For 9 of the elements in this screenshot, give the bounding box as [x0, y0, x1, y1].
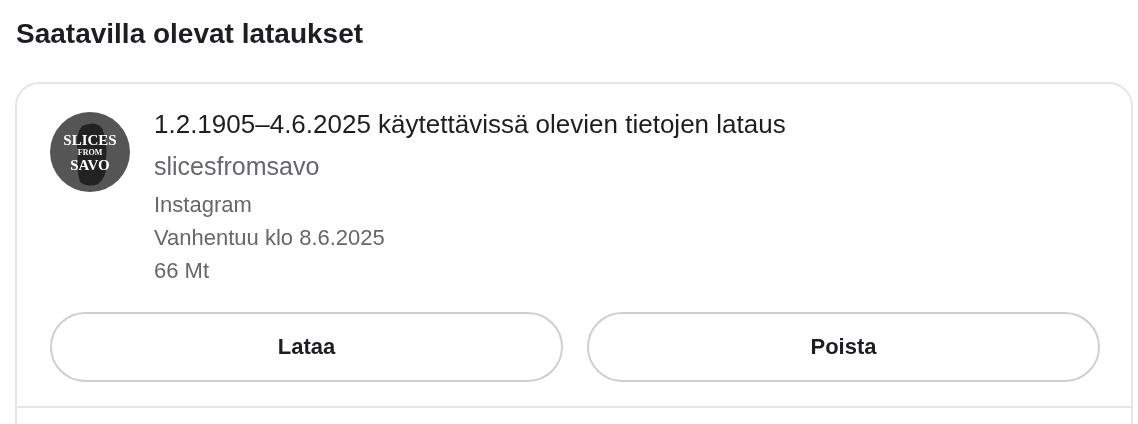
- download-title: 1.2.1905–4.6.2025 käytettävissä olevien tietojen lataus: [154, 108, 786, 140]
- detail-text: Vanhentuu klo 8.6.2025: [154, 224, 386, 252]
- action-button[interactable]: Lataa: [50, 312, 563, 382]
- action-button[interactable]: Poista: [587, 312, 1100, 382]
- section-heading: Saatavilla olevat lataukset: [15, 17, 365, 51]
- avatar-logo: SLICES FROM SAVO: [50, 112, 130, 192]
- detail-text: Instagram: [154, 191, 253, 219]
- detail-text: 66 Mt: [154, 257, 211, 285]
- account-name: slicesfromsavo: [154, 151, 321, 182]
